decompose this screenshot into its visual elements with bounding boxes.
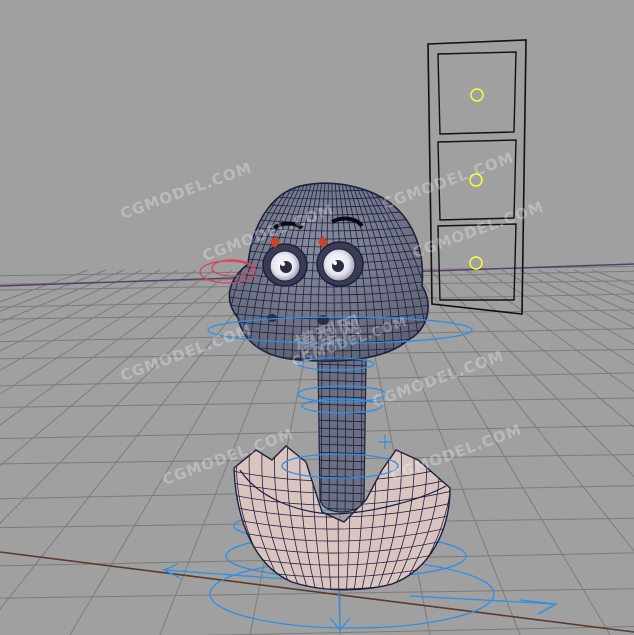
slider-knob-3[interactable] (469, 256, 483, 270)
maya-3d-viewport[interactable]: CGMODEL.COM CGMODEL.COM CGMODEL.COM CGMO… (0, 0, 634, 635)
right-eye[interactable] (316, 241, 364, 287)
face-control-panel[interactable] (427, 39, 527, 315)
viewport-scene[interactable] (0, 0, 634, 635)
character-head[interactable] (220, 176, 440, 375)
slider-knob-2[interactable] (469, 173, 483, 187)
left-eye[interactable] (262, 243, 308, 287)
slider-knob-1[interactable] (470, 88, 484, 102)
neck[interactable] (312, 356, 372, 516)
